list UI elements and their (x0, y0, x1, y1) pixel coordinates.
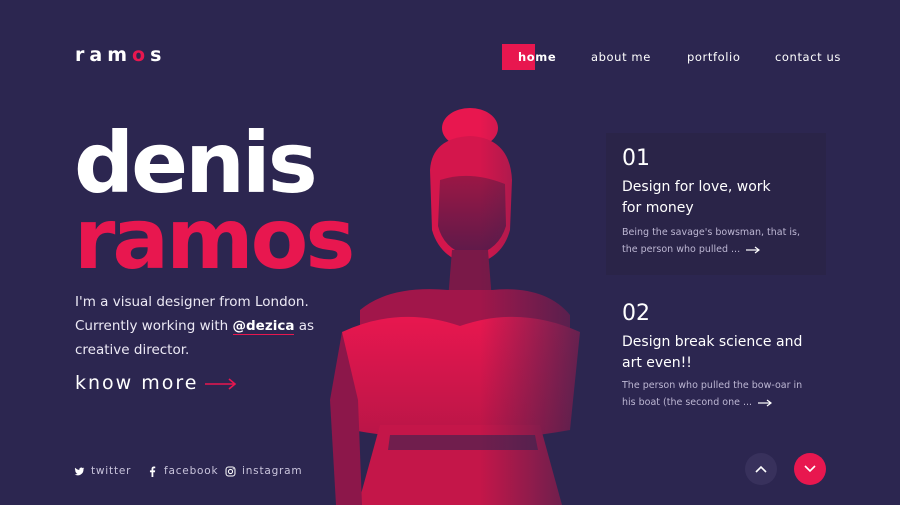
feature-text-1: Being the savage's bowsman, that is, the… (622, 224, 822, 258)
know-more-button[interactable]: know more (75, 372, 198, 394)
arrow-right-icon[interactable] (205, 377, 237, 391)
feature-title-1-line-2: for money (622, 200, 694, 216)
social-facebook-label: facebook (164, 465, 219, 477)
social-twitter-label: twitter (91, 465, 132, 477)
intro-line-1: I'm a visual designer from London. (75, 294, 309, 310)
feature-text-2-line-2: his boat (the second one ... (622, 394, 822, 411)
hero-intro: I'm a visual designer from London. Curre… (75, 290, 345, 362)
arrow-right-icon[interactable] (746, 246, 761, 254)
logo[interactable]: ramos (75, 44, 166, 66)
feature-number-2: 02 (622, 301, 650, 326)
feature-title-1-line-1: Design for love, work (622, 179, 771, 195)
intro-line-2-end: as (294, 318, 315, 334)
nav-home[interactable]: home (518, 50, 556, 64)
intro-line-3: creative director. (75, 342, 190, 358)
feature-text-2: The person who pulled the bow-oar in his… (622, 377, 822, 411)
feature-text-1-line-2-text: the person who pulled ... (622, 244, 741, 255)
landing-page: ramos home about me portfolio contact us (0, 0, 900, 505)
feature-title-1: Design for love, work for money (622, 177, 812, 219)
feature-text-2-line-2-text: his boat (the second one ... (622, 397, 753, 408)
portrait-photo (330, 100, 590, 505)
facebook-icon (149, 465, 156, 477)
arrow-right-icon[interactable] (758, 399, 773, 407)
nav-portfolio[interactable]: portfolio (687, 50, 740, 64)
hero-last-name: ramos (74, 190, 355, 288)
logo-text-accent: o (132, 44, 151, 66)
twitter-icon (74, 467, 85, 475)
intro-line-2: Currently working with @dezica as (75, 314, 345, 338)
intro-line-2-start: Currently working with (75, 318, 233, 334)
social-facebook-link[interactable]: facebook (147, 465, 218, 477)
feature-text-2-line-1: The person who pulled the bow-oar in (622, 380, 803, 391)
feature-title-2-line-1: Design break science and (622, 334, 803, 350)
feature-title-2: Design break science and art even!! (622, 332, 822, 374)
chevron-up-icon (755, 465, 767, 473)
nav-contact-us[interactable]: contact us (775, 50, 841, 64)
chevron-down-icon (804, 465, 816, 473)
social-instagram-link[interactable]: instagram (225, 465, 302, 477)
scroll-up-button[interactable] (745, 453, 777, 485)
logo-text-end: s (150, 44, 167, 66)
social-twitter-link[interactable]: twitter (74, 465, 131, 477)
nav-about-me[interactable]: about me (591, 50, 651, 64)
logo-text-start: ram (75, 44, 132, 66)
company-handle-link[interactable]: @dezica (232, 318, 295, 335)
instagram-icon (225, 466, 236, 476)
feature-text-1-line-2: the person who pulled ... (622, 241, 822, 258)
feature-number-1: 01 (622, 146, 650, 171)
social-instagram-label: instagram (242, 465, 303, 477)
feature-text-1-line-1: Being the savage's bowsman, that is, (622, 227, 800, 238)
scroll-down-button[interactable] (794, 453, 826, 485)
feature-title-2-line-2: art even!! (622, 355, 692, 371)
